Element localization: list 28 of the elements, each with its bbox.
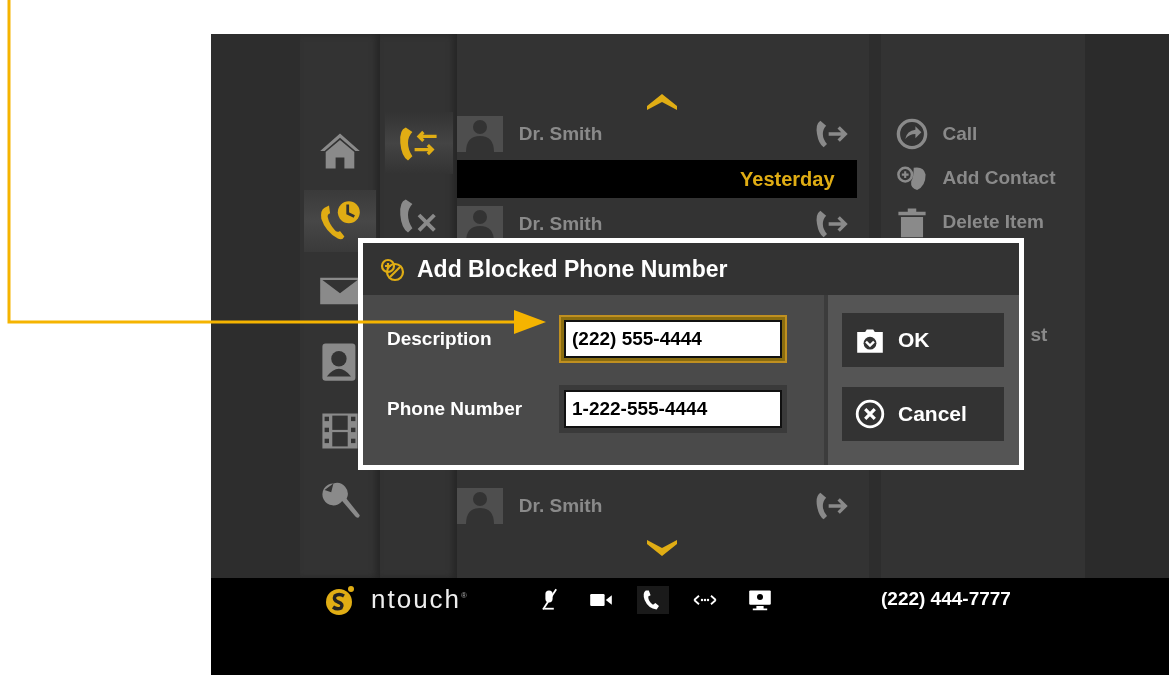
chevron-down-icon[interactable] <box>646 540 677 558</box>
dialog-title: Add Blocked Phone Number <box>417 255 728 283</box>
nav-item[interactable] <box>304 190 377 252</box>
brand-name: ntouch$^{®}$ <box>371 584 469 615</box>
dialog-button[interactable]: Cancel <box>842 387 1004 441</box>
outgoing-call-icon <box>814 491 849 521</box>
field-label: Description <box>387 328 493 350</box>
input-field[interactable]: 1-222-555-4444 <box>559 385 787 433</box>
call-circle-icon <box>894 117 929 151</box>
field-label: Phone Number <box>387 398 524 420</box>
contact-name: Dr. Smith <box>518 495 604 517</box>
own-phone-number: (222) 444-7777 <box>881 588 1011 610</box>
cancel-icon <box>854 398 886 430</box>
contact-name: Dr. Smith <box>518 213 604 235</box>
dialog-button[interactable]: OK <box>842 313 1004 367</box>
outgoing-call-icon <box>814 209 849 239</box>
action-item[interactable]: Add Contact <box>894 160 1085 196</box>
logo-icon <box>325 586 355 616</box>
input-field[interactable]: (222) 555-4444 <box>559 315 787 363</box>
contact-name: Dr. Smith <box>518 123 604 145</box>
status-toggle[interactable] <box>637 586 669 614</box>
block-number-icon <box>379 256 405 282</box>
outgoing-call-icon <box>814 119 849 149</box>
action-item[interactable]: st <box>1030 324 1048 346</box>
chevron-up-icon[interactable] <box>646 92 677 110</box>
date-header: Yesterday <box>456 160 857 198</box>
action-item[interactable]: Delete Item <box>894 204 1085 240</box>
action-item[interactable]: Call <box>894 116 1085 152</box>
